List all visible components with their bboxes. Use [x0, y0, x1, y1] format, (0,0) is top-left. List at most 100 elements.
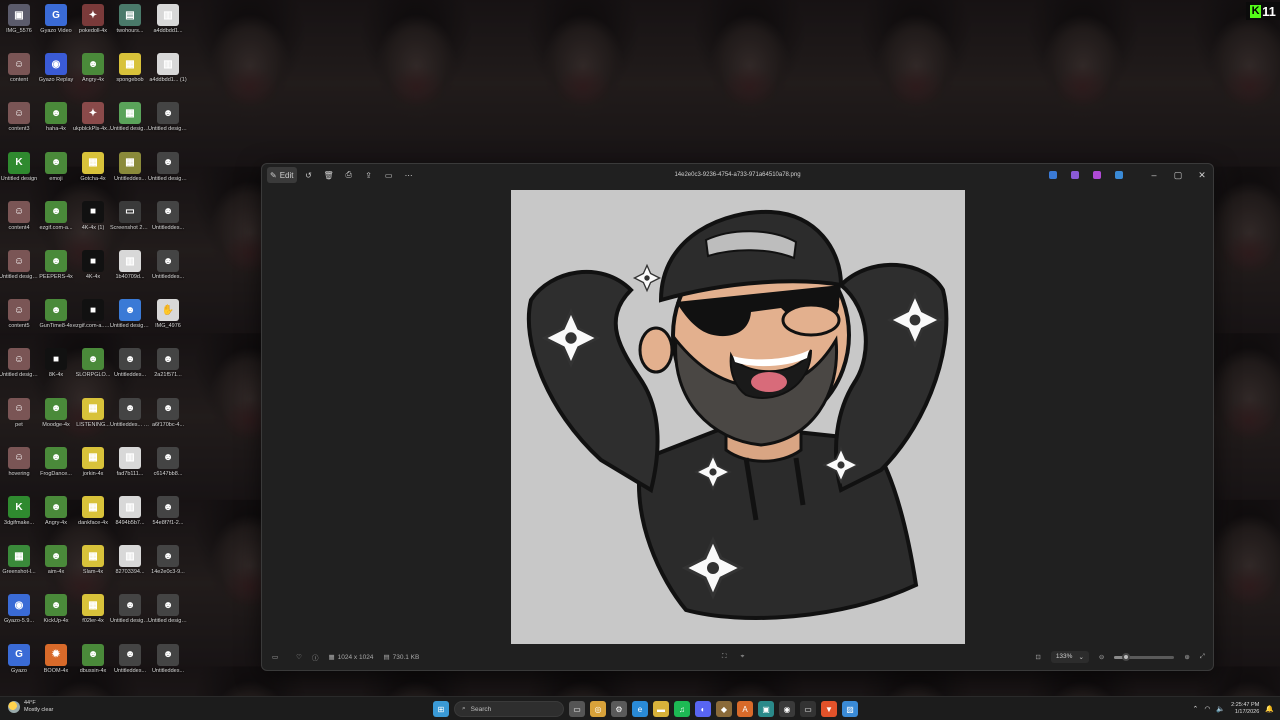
info-button-bottom[interactable]: ⓘ	[312, 652, 319, 662]
visual-search-icon[interactable]: ⌖	[741, 653, 745, 661]
brave-icon[interactable]: ▼	[821, 701, 837, 717]
desktop-icon[interactable]: ☻ SLORPGLO...	[74, 348, 112, 394]
desktop-icon[interactable]: ▦ Untitleddes...	[111, 151, 149, 198]
rotate-button[interactable]: ↺	[301, 167, 317, 183]
desktop-icon[interactable]: ☺ content4	[0, 200, 38, 247]
desktop-icon[interactable]: ■ 8K-4x	[37, 348, 75, 394]
desktop-icon[interactable]: ☻Untitled design (5)	[110, 594, 150, 640]
desktop-icon[interactable]: ▦ Gotcha-4x	[74, 151, 112, 198]
desktop-icon[interactable]: ▦ jorkin-4x	[74, 446, 112, 493]
desktop-icon[interactable]: ☻ Untitleddes...	[149, 200, 187, 247]
zoom-in-icon[interactable]: ⊕	[1184, 653, 1189, 661]
files-icon[interactable]: ▬	[653, 701, 669, 717]
desktop-icon[interactable]: ■ 4K-4x (1)	[74, 200, 112, 247]
desktop-icon[interactable]: ☻ aim-4x	[37, 545, 75, 591]
desktop-icon[interactable]: ▤ twohours...	[111, 4, 149, 50]
close-button[interactable]: ✕	[1195, 170, 1209, 181]
taskbar-search-box[interactable]: ⌕ Search	[454, 701, 564, 717]
desktop-icon[interactable]: ☻ c6147bb8...	[149, 446, 187, 493]
favorite-button[interactable]: ♡	[296, 653, 302, 661]
desktop-icon[interactable]: G Gyazo	[0, 643, 38, 690]
image-canvas[interactable]	[511, 190, 965, 644]
maximize-button[interactable]: ▢	[1171, 170, 1185, 181]
desktop-icon[interactable]: ☻ haha-4x	[37, 102, 75, 148]
desktop-icon[interactable]: ☺ content	[0, 53, 38, 99]
desktop-icon[interactable]: ▭Screenshot 2026-01-...	[110, 200, 150, 247]
desktop-icon[interactable]: ✦ ukpblckPls-4x (1)	[73, 102, 113, 148]
desktop-icon[interactable]: ☻ Untitleddes...	[111, 643, 149, 690]
discord-icon[interactable]: ◐	[695, 701, 711, 717]
desktop-icon[interactable]: ▥ 82703394...	[111, 545, 149, 591]
zoom-out-icon[interactable]: ⊖	[1099, 653, 1104, 661]
desktop-icon[interactable]: ☻ KickUp-4x	[37, 594, 75, 640]
share-button[interactable]: ⇪	[361, 167, 377, 183]
desktop-icon[interactable]: ☺Untitled design (2)	[0, 348, 39, 394]
desktop-icon[interactable]: ■ ezgif.com-a... (1)	[73, 299, 113, 345]
filmstrip-button[interactable]: ▭	[272, 653, 278, 661]
desktop-icon[interactable]: ☻ Angry-4x	[74, 53, 112, 99]
desktop-icon[interactable]: ☻ emoji	[37, 151, 75, 198]
obs-icon[interactable]: ◉	[779, 701, 795, 717]
chevron-up-icon[interactable]: ⌃	[1192, 705, 1198, 713]
settings-icon[interactable]: ⚙	[611, 701, 627, 717]
desktop-icon[interactable]: ■ 4K-4x	[74, 250, 112, 296]
more-button[interactable]: ⋯	[401, 167, 417, 183]
info-button[interactable]: ▭	[381, 167, 397, 183]
desktop-icon[interactable]: ▦ Slam-4x	[74, 545, 112, 591]
desktop-icon[interactable]: ☻ FrogDance...	[37, 446, 75, 493]
task-view-icon[interactable]: ▭	[569, 701, 585, 717]
edit-button[interactable]: ✎ Edit	[267, 167, 297, 183]
zoom-slider-thumb[interactable]	[1122, 652, 1131, 661]
app-icon-2[interactable]	[1071, 171, 1079, 179]
desktop-icon[interactable]: K 3dgifmake...	[0, 496, 38, 542]
fit-to-window-icon[interactable]: ⊡	[1035, 653, 1040, 661]
zoom-slider[interactable]	[1114, 652, 1175, 661]
desktop-icon[interactable]: K Untitled design	[0, 151, 38, 198]
terminal-icon[interactable]: ▭	[800, 701, 816, 717]
crop-icon[interactable]: ⛶	[722, 653, 727, 661]
spotify-icon[interactable]: ♫	[674, 701, 690, 717]
desktop-icon[interactable]: ☺ pet	[0, 397, 38, 444]
desktop-icon[interactable]: ▥ 1b40709d...	[111, 250, 149, 296]
desktop-icon[interactable]: ☻ ezgif.com-a...	[37, 200, 75, 247]
notification-bell-icon[interactable]: 🔔	[1265, 705, 1274, 713]
desktop-icon[interactable]: ☻ PEEPERS-4x	[37, 250, 75, 296]
minimize-button[interactable]: –	[1147, 170, 1161, 180]
desktop-icon[interactable]: ☺ hovering	[0, 446, 38, 493]
desktop-icon[interactable]: ☻Untitled design (8)	[148, 102, 188, 148]
desktop-icon[interactable]: ☻ Untitleddes...	[149, 643, 187, 690]
desktop-icon[interactable]: ☺ content3	[0, 102, 38, 148]
desktop-icon[interactable]: ◉ Gyazo Replay	[37, 53, 75, 99]
desktop-icon[interactable]: ▣ IMG_5576	[0, 4, 38, 50]
app-icon-c[interactable]: ▣	[758, 701, 774, 717]
onedrive-icon[interactable]	[1115, 171, 1123, 179]
desktop-icon[interactable]: ☺ content5	[0, 299, 38, 345]
delete-button[interactable]: 🗑	[321, 167, 337, 183]
desktop-icon[interactable]: ▦ f02ler-4x	[74, 594, 112, 640]
desktop-icon[interactable]: ▦Untitled design (3)	[110, 102, 150, 148]
app-icon-1[interactable]	[1049, 171, 1057, 179]
edge-icon[interactable]: e	[632, 701, 648, 717]
desktop-icon[interactable]: ▦ spongebob	[111, 53, 149, 99]
desktop-icon[interactable]: ☻ GunTime8-4x	[37, 299, 75, 345]
desktop-icon[interactable]: ◉ Gyazo-5.9...	[0, 594, 38, 640]
desktop-icon[interactable]: ✋ IMG_4976	[149, 299, 187, 345]
desktop-icon[interactable]: ☺ Untitled design (1)	[0, 250, 39, 296]
chrome-icon[interactable]: ◎	[590, 701, 606, 717]
desktop-icon[interactable]: G Gyazo Video	[37, 4, 75, 50]
app-icon-b[interactable]: A	[737, 701, 753, 717]
desktop-icon[interactable]: ☻ Angry-4x	[37, 496, 75, 542]
start-icon[interactable]: ⊞	[433, 701, 449, 717]
zoom-level-select[interactable]: 133% ⌄	[1050, 651, 1089, 663]
desktop-icon[interactable]: ☻ 54e8f7f1-2...	[149, 496, 187, 542]
wifi-icon[interactable]: ◠	[1204, 705, 1210, 713]
desktop-icon[interactable]: ▥ a4ddbdd1... (1)	[149, 53, 187, 99]
desktop-icon[interactable]: ☻ 2a21f571...	[149, 348, 187, 394]
desktop-icon[interactable]: ☻ Untitleddes...	[111, 348, 149, 394]
photos-window[interactable]: 14e2e0c3-9236-4754-a733-971a64510a78.png…	[261, 163, 1214, 671]
desktop-icon[interactable]: ✹ BOOM-4x	[37, 643, 75, 690]
desktop-icon[interactable]: ☻ Untitleddes... (1)	[110, 397, 150, 444]
desktop-icon[interactable]: ☻ Moodge-4x	[37, 397, 75, 444]
photos-icon[interactable]: ▨	[842, 701, 858, 717]
desktop-icon[interactable]: ☻ dbussin-4x	[74, 643, 112, 690]
